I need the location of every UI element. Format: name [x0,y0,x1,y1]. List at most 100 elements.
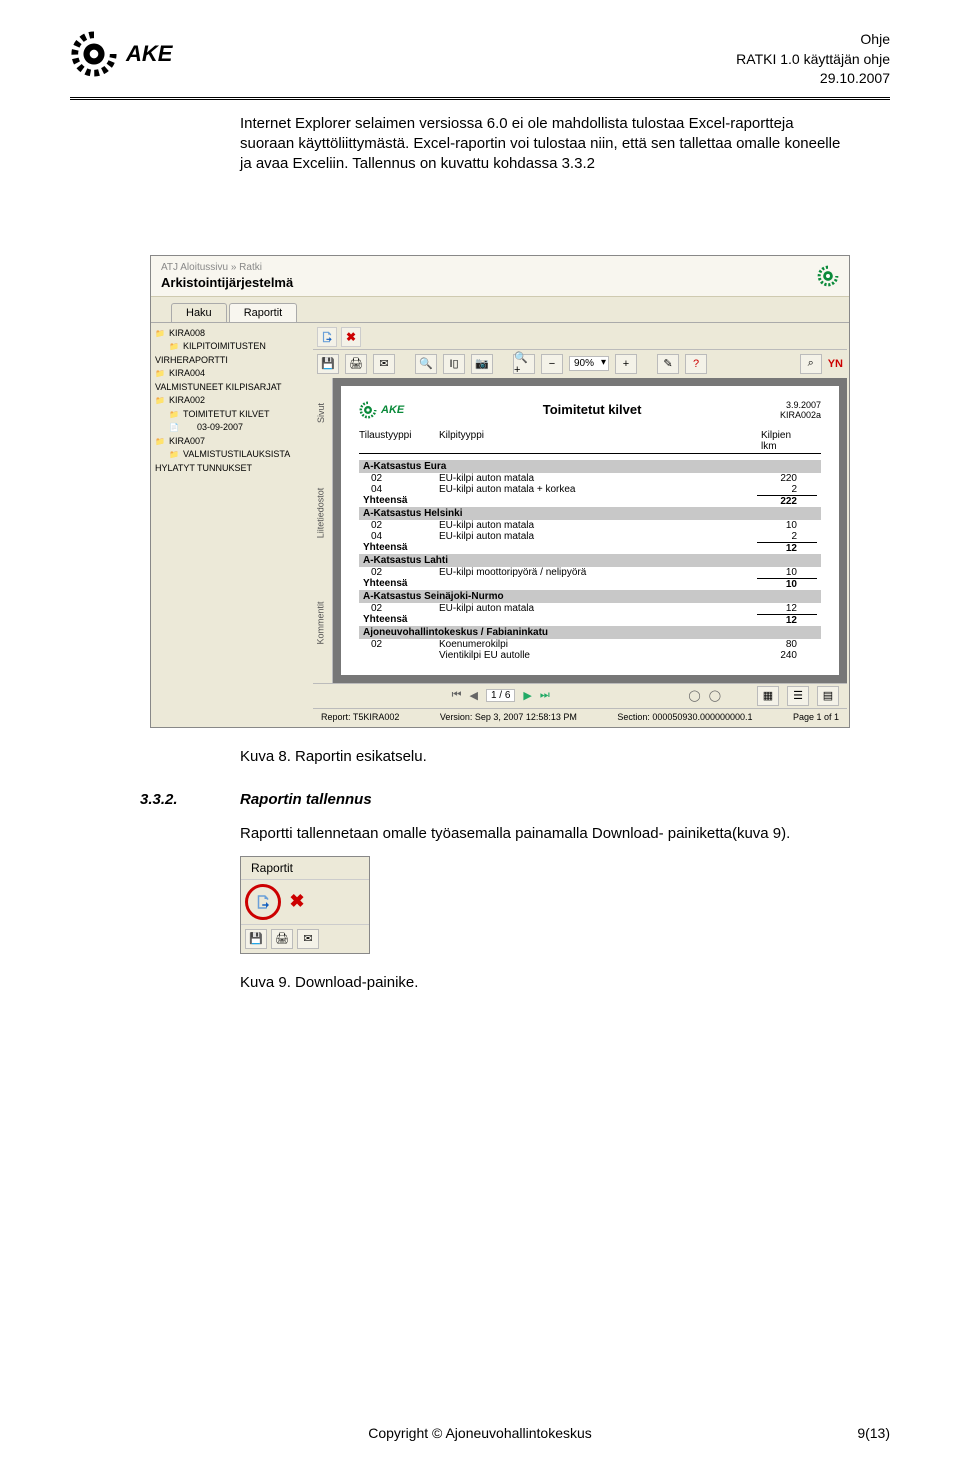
snapshot-icon[interactable]: 📷 [471,354,493,374]
highlight-circle [245,884,281,920]
report-row: Vientikilpi EU autolle240 [359,650,821,661]
sidetab-kommentit[interactable]: Kommentit [316,601,326,644]
main-tabs: Haku Raportit [151,297,849,322]
sign-icon[interactable]: ✎ [657,354,679,374]
tree-item[interactable]: KIRA008 [155,327,307,341]
print-icon[interactable]: 🖨 [271,929,293,949]
view-mode-icon[interactable]: ◯ [709,689,721,702]
sidetab-sivut[interactable]: Sivut [316,403,326,423]
tree-panel: KIRA008 KILPITOIMITUSTEN VIRHERAPORTTI K… [151,323,311,727]
view-mode-icon[interactable]: ◯ [688,689,700,702]
status-page: Page 1 of 1 [793,712,839,722]
layout-icon[interactable]: ▤ [817,686,839,706]
tree-item[interactable]: KIRA002 [155,394,307,408]
tree-item[interactable]: KIRA007 [155,435,307,449]
figure-caption-8: Kuva 8. Raportin esikatselu. [240,748,890,765]
zoom-select[interactable]: 90% [569,356,609,371]
ake-logo-icon [70,30,118,78]
help-icon[interactable]: ? [685,354,707,374]
tab-haku[interactable]: Haku [171,303,227,322]
next-page-icon[interactable]: ▶ [523,689,531,702]
report-row: 02Koenumerokilpi80 [359,639,821,650]
print-icon[interactable]: 🖨 [345,354,367,374]
report-total-row: Yhteensä10 [359,578,821,590]
report-row: 04EU-kilpi auton matala + korkea2 [359,484,821,495]
tree-item[interactable]: VALMISTUSTILAUKSISTA [155,448,307,462]
tree-item[interactable]: KIRA004 [155,367,307,381]
zoom-out-icon[interactable]: − [541,354,563,374]
viewer-toolbar-2: 💾 🖨 ✉ 🔍 I▯ 📷 🔍+ − 90% + ✎ ? ⌕ [313,349,847,378]
status-bar: Report: T5KIRA002 Version: Sep 3, 2007 1… [313,708,847,725]
report-total-row: Yhteensä12 [359,614,821,626]
last-page-icon[interactable]: ⏭ [540,689,550,702]
report-date: 3.9.2007 [780,400,821,410]
logo-area: AKE [70,30,172,78]
screenshot-report-preview: ATJ Aloitussivu » Ratki Arkistointijärje… [150,255,850,728]
search-web-icon[interactable]: ⌕ [800,354,822,374]
report-section-header: A-Katsastus Seinäjoki-Nurmo [359,590,821,603]
paper-brand: AKE [381,404,404,416]
delete-icon[interactable]: ✖ [285,891,309,913]
mail-icon[interactable]: ✉ [373,354,395,374]
heading-title: Raportin tallennus [240,791,372,808]
report-code: KIRA002a [780,410,821,420]
ake-logo-small-icon [817,265,839,287]
meta-line-1: Ohje [736,30,890,50]
report-section-header: A-Katsastus Lahti [359,554,821,567]
zoom-in-icon[interactable]: 🔍+ [513,354,535,374]
report-section-header: A-Katsastus Helsinki [359,507,821,520]
tab-raportit[interactable]: Raportit [229,303,298,322]
page-nav: ⏮ ◀ 1 / 6 ▶ ⏭ ◯ ◯ ▦ ☰ ▤ [313,683,847,708]
download-icon[interactable] [251,891,275,913]
tree-item[interactable]: HYLATYT TUNNUKSET [155,462,307,476]
zoom-plus-icon[interactable]: + [615,354,637,374]
yahoo-label: YN [828,358,843,370]
report-title: Toimitetut kilvet [404,402,780,417]
status-report: Report: T5KIRA002 [321,712,399,722]
viewer-toolbar-1: ✖ [313,325,847,349]
delete-icon[interactable]: ✖ [341,327,361,347]
tab-label[interactable]: Raportit [241,857,369,879]
col-header: Kilpityyppi [439,430,761,452]
report-row: 02EU-kilpi moottoripyörä / nelipyörä10 [359,567,821,578]
header-rule [70,97,890,100]
tree-item[interactable]: TOIMITETUT KILVET [155,408,307,422]
col-header: Tilaustyyppi [359,430,439,452]
mail-icon[interactable]: ✉ [297,929,319,949]
download-icon[interactable] [317,327,337,347]
report-document: AKE Toimitetut kilvet 3.9.2007 KIRA002a … [341,386,839,675]
status-version: Version: Sep 3, 2007 12:58:13 PM [440,712,577,722]
meta-line-2: RATKI 1.0 käyttäjän ohje [736,50,890,70]
breadcrumb[interactable]: ATJ Aloitussivu » Ratki [161,262,293,273]
report-row: 02EU-kilpi auton matala12 [359,603,821,614]
page-indicator[interactable]: 1 / 6 [486,689,515,702]
page-number: 9(13) [857,1425,890,1441]
text-select-icon[interactable]: I▯ [443,354,465,374]
first-page-icon[interactable]: ⏮ [452,689,462,702]
report-row: 04EU-kilpi auton matala2 [359,531,821,542]
tree-item[interactable]: KILPITOIMITUSTEN [155,340,307,354]
layout-icon[interactable]: ▦ [757,686,779,706]
sidetab-liite[interactable]: Liitetiedostot [315,487,325,538]
body-paragraph: Internet Explorer selaimen versiossa 6.0… [240,114,850,175]
save-icon[interactable]: 💾 [317,354,339,374]
brand-text: AKE [126,41,172,67]
header-meta: Ohje RATKI 1.0 käyttäjän ohje 29.10.2007 [736,30,890,89]
prev-page-icon[interactable]: ◀ [469,689,477,702]
report-row: 02EU-kilpi auton matala10 [359,520,821,531]
report-meta: 3.9.2007 KIRA002a [780,400,821,420]
col-header: Kilpien lkm [761,430,821,452]
report-section-header: Ajoneuvohallintokeskus / Fabianinkatu [359,626,821,639]
footer-copyright: Copyright © Ajoneuvohallintokeskus [0,1425,960,1441]
tree-item[interactable]: VIRHERAPORTTI [155,354,307,368]
report-total-row: Yhteensä222 [359,495,821,507]
screenshot-download-button: Raportit ✖ 💾 🖨 ✉ [240,856,370,954]
find-icon[interactable]: 🔍 [415,354,437,374]
save-icon[interactable]: 💾 [245,929,267,949]
layout-icon[interactable]: ☰ [787,686,809,706]
heading-3-3-2: 3.3.2. Raportin tallennus [70,791,890,808]
heading-number: 3.3.2. [70,791,240,808]
tree-item-doc[interactable]: 03-09-2007 [155,421,307,435]
tree-item[interactable]: VALMISTUNEET KILPISARJAT [155,381,307,395]
section-text: Raportti tallennetaan omalle työasemalla… [240,824,850,844]
